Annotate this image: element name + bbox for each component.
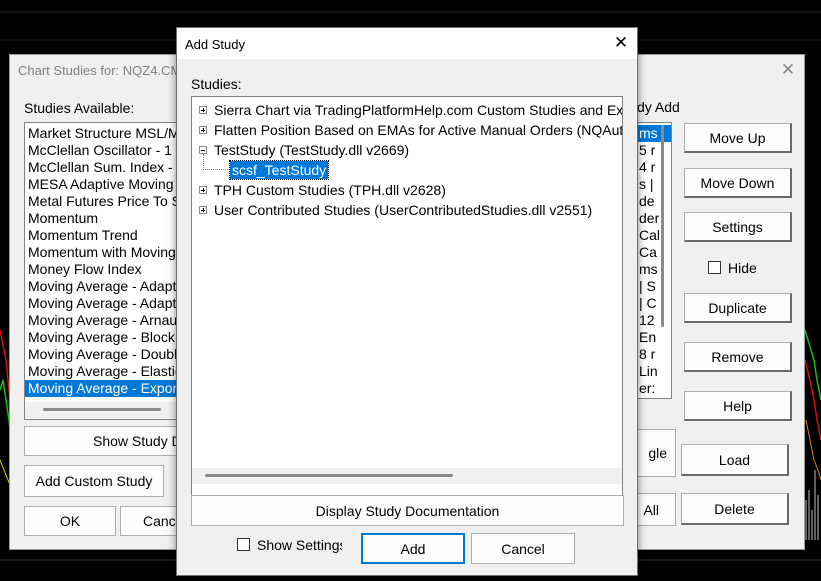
expand-plus-icon[interactable]: [199, 106, 207, 114]
show-study-documentation-button[interactable]: Show Study Documentation: [24, 426, 182, 456]
price-line-right-green: [804, 329, 821, 401]
expand-plus-icon[interactable]: [199, 206, 207, 214]
hide-checkbox[interactable]: [708, 261, 721, 274]
tree-item-label: Flatten Position Based on EMAs for Activ…: [214, 122, 623, 138]
list-item[interactable]: McClellan Oscillator - 1 Chart: [25, 142, 183, 159]
tree-item-label: User Contributed Studies (UserContribute…: [214, 202, 593, 218]
settings-button[interactable]: Settings: [684, 212, 792, 242]
tree-item-label: scsf_TestStudy: [228, 160, 330, 180]
all-button-label: All: [643, 501, 659, 518]
tree-connector: [203, 154, 228, 170]
expand-plus-icon[interactable]: [199, 126, 207, 134]
cancel-button[interactable]: Cancel: [120, 506, 182, 536]
add-custom-study-button[interactable]: Add Custom Study: [24, 465, 164, 497]
close-icon[interactable]: ✕: [610, 32, 632, 54]
ok-button[interactable]: OK: [24, 506, 116, 536]
cancel-button-label: Cancel: [143, 513, 181, 529]
move-down-button[interactable]: Move Down: [684, 168, 792, 198]
list-item[interactable]: Moving Average - Arnaud Legoux: [25, 312, 183, 329]
delete-button[interactable]: Delete: [681, 493, 789, 525]
available-list-hscrollbar[interactable]: [25, 402, 183, 418]
list-item[interactable]: Money Flow Index: [25, 261, 183, 278]
list-item[interactable]: Momentum: [25, 210, 183, 227]
hide-label: Hide: [728, 260, 757, 276]
show-settings-label: Show Settings: [257, 537, 342, 553]
tree-item-label: Sierra Chart via TradingPlatformHelp.com…: [214, 102, 623, 118]
list-item[interactable]: Moving Average - Exponential: [25, 380, 183, 397]
duplicate-button[interactable]: Duplicate: [684, 293, 792, 323]
show-study-documentation-label: Show Study Documentation: [93, 433, 181, 449]
expand-plus-icon[interactable]: [199, 186, 207, 194]
add-study-title: Add Study: [185, 37, 245, 52]
tree-item-label: TPH Custom Studies (TPH.dll v2628): [214, 182, 446, 198]
list-item[interactable]: Moving Average - Elastic: [25, 363, 183, 380]
list-item[interactable]: Moving Average - Adaptive: [25, 278, 183, 295]
studies-label: Studies:: [191, 76, 242, 92]
studies-to-graph-label: dy Add: [637, 99, 680, 115]
list-item[interactable]: Momentum Trend: [25, 227, 183, 244]
tree-item-label: TestStudy (TestStudy.dll v2669): [214, 142, 410, 158]
list-item[interactable]: Metal Futures Price To Spot: [25, 193, 183, 210]
list-item[interactable]: MESA Adaptive Moving Average: [25, 176, 183, 193]
add-study-dialog: Add Study ✕ Studies: Sierra Chart via Tr…: [176, 27, 638, 576]
studies-available-label: Studies Available:: [24, 100, 135, 116]
display-study-documentation-button[interactable]: Display Study Documentation: [191, 495, 624, 526]
single-button-label: gle: [648, 445, 667, 461]
move-up-button[interactable]: Move Up: [684, 123, 792, 153]
list-item[interactable]: Market Structure MSL/MSH: [25, 125, 183, 142]
remove-button[interactable]: Remove: [684, 342, 792, 372]
list-item[interactable]: Moving Average - Adaptive Binomial: [25, 295, 183, 312]
studies-tree-hscroll-thumb[interactable]: [205, 474, 453, 477]
close-icon[interactable]: ✕: [777, 59, 799, 81]
cancel-button[interactable]: Cancel: [471, 533, 575, 564]
show-settings-checkbox[interactable]: [237, 538, 250, 551]
add-button[interactable]: Add: [361, 533, 465, 564]
studies-tree-hscrollbar[interactable]: [192, 468, 622, 484]
chart-studies-title: Chart Studies for: NQZ4.CME: [18, 63, 190, 78]
studies-available-list[interactable]: Market Structure MSL/MSH McClellan Oscill…: [24, 122, 184, 420]
available-list-hscroll-thumb[interactable]: [43, 408, 161, 411]
add-study-titlebar: Add Study ✕: [177, 28, 637, 59]
list-item[interactable]: Moving Average - Block: [25, 329, 183, 346]
volume-bars: [805, 470, 819, 540]
list-item[interactable]: McClellan Sum. Index - 1 Chart: [25, 159, 183, 176]
list-item[interactable]: Momentum with Moving Average: [25, 244, 183, 261]
list-item[interactable]: Moving Average - Double Exponential: [25, 346, 183, 363]
help-button[interactable]: Help: [684, 391, 792, 421]
studies-tree[interactable]: Sierra Chart via TradingPlatformHelp.com…: [191, 96, 623, 512]
collapse-minus-icon[interactable]: [199, 146, 207, 154]
graph-list-vscroll-thumb[interactable]: [661, 125, 664, 327]
load-button[interactable]: Load: [681, 444, 789, 476]
